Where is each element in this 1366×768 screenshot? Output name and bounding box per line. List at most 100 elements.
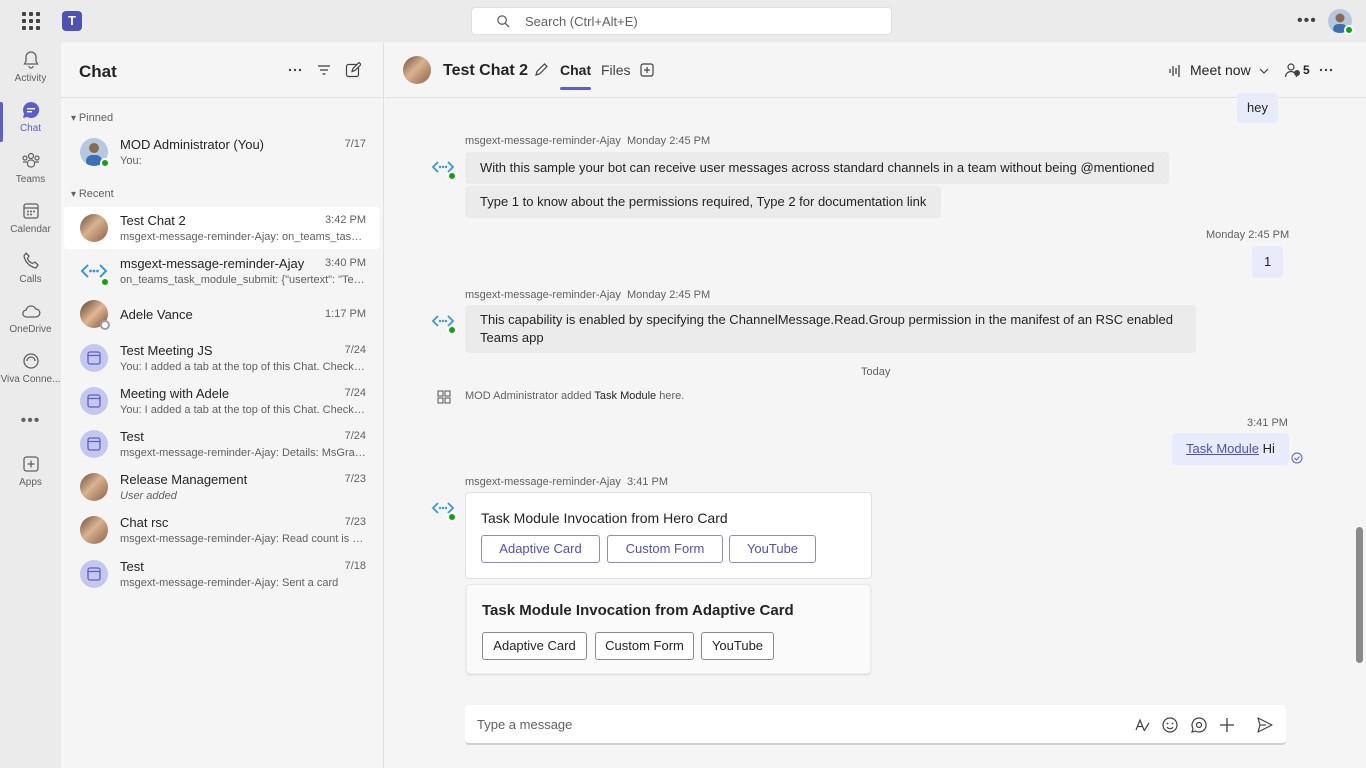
rail-calls[interactable]: Calls — [0, 251, 61, 299]
mention-link[interactable]: Task Module — [1186, 441, 1259, 456]
chat-preview: msgext-message-reminder-Ajay: Read count… — [120, 533, 366, 545]
seen-check-icon — [1291, 452, 1303, 464]
rail-label: OneDrive — [9, 324, 52, 335]
chat-name: Test Meeting JS — [120, 343, 213, 358]
meeting-avatar — [80, 344, 108, 372]
chat-header: Test Chat 2 Chat Files Meet now 5 — [385, 42, 1366, 98]
chat-item-test-chat-2[interactable]: Test Chat 2 3:42 PM msgext-message-remin… — [64, 207, 380, 249]
rail-label: Calendar — [10, 224, 51, 235]
meeting-avatar — [80, 560, 108, 588]
group-avatar — [80, 516, 108, 544]
rail-apps[interactable]: Apps — [0, 454, 61, 502]
tab-chat[interactable]: Chat — [560, 62, 592, 90]
chevron-down-icon[interactable] — [1258, 65, 1270, 77]
phone-icon — [22, 252, 39, 269]
chat-name: Release Management — [120, 472, 248, 487]
search-icon — [497, 15, 510, 28]
chat-item-pinned[interactable]: MOD Administrator (You) 7/17 You: — [64, 131, 380, 173]
plus-icon[interactable] — [1218, 716, 1236, 734]
filter-icon[interactable] — [316, 62, 332, 78]
chat-item-test[interactable]: Test 7/24 msgext-message-reminder-Ajay: … — [64, 423, 380, 465]
rail-viva[interactable]: Viva Conne... — [0, 351, 61, 399]
meet-now-button[interactable]: Meet now — [1190, 62, 1251, 78]
loop-icon[interactable] — [1190, 716, 1208, 734]
chat-time: 7/23 — [344, 473, 366, 485]
section-pinned[interactable]: Pinned — [71, 112, 113, 124]
rail-calendar[interactable]: Calendar — [0, 201, 61, 249]
presence-available-icon — [447, 325, 457, 335]
scrollbar[interactable] — [1356, 527, 1363, 663]
rename-pencil-icon[interactable] — [533, 62, 549, 78]
presence-available-icon — [1344, 25, 1354, 35]
rail-teams[interactable]: Teams — [0, 151, 61, 199]
chat-name: Test Chat 2 — [120, 213, 186, 228]
rail-activity[interactable]: Activity — [0, 50, 61, 98]
chat-preview: You: I added a tab at the top of this Ch… — [120, 361, 366, 373]
chat-name: Test — [120, 559, 144, 574]
bot-message: This capability is enabled by specifying… — [465, 305, 1196, 353]
emoji-icon[interactable] — [1161, 716, 1179, 734]
app-name[interactable]: Task Module — [594, 390, 656, 402]
chat-item-meeting-with-adele[interactable]: Meeting with Adele 7/24 You: I added a t… — [64, 380, 380, 422]
chat-item-test-meeting-js[interactable]: Test Meeting JS 7/24 You: I added a tab … — [64, 337, 380, 379]
teams-icon — [21, 152, 40, 168]
youtube-button[interactable]: YouTube — [729, 535, 816, 563]
participant-count[interactable]: 5 — [1303, 63, 1310, 77]
participants-icon[interactable] — [1284, 62, 1302, 78]
app-launcher-icon[interactable] — [22, 12, 40, 30]
chat-list-title: Chat — [79, 62, 117, 81]
chat-time: 7/17 — [344, 138, 366, 150]
rail-label: Chat — [19, 123, 42, 134]
search-box[interactable]: Search (Ctrl+Alt+E) — [471, 7, 892, 35]
message-header: msgext-message-reminder-Ajay Monday 2:45… — [465, 289, 710, 301]
format-icon[interactable] — [1133, 716, 1151, 734]
rail-chat[interactable]: Chat — [0, 100, 61, 148]
chat-name: MOD Administrator (You) — [120, 137, 265, 152]
more-options-icon[interactable] — [1318, 62, 1334, 78]
more-options-icon[interactable]: ••• — [1297, 12, 1317, 30]
chat-item-bot[interactable]: msgext-message-reminder-Ajay 3:40 PM on_… — [64, 250, 380, 292]
chat-item-chat-rsc[interactable]: Chat rsc 7/23 msgext-message-reminder-Aj… — [64, 509, 380, 551]
message-composer[interactable]: Type a message — [465, 705, 1286, 745]
tab-files[interactable]: Files — [601, 62, 631, 78]
adaptive-card: Task Module Invocation from Adaptive Car… — [466, 584, 871, 674]
more-options-icon[interactable] — [287, 62, 303, 78]
date-divider: Today — [861, 366, 891, 378]
chat-name: Meeting with Adele — [120, 386, 230, 401]
bot-message: With this sample your bot can receive us… — [465, 152, 1170, 184]
adaptive-card-button[interactable]: Adaptive Card — [482, 632, 587, 660]
system-event: MOD Administrator added Task Module here… — [465, 390, 684, 402]
more-apps-icon[interactable]: ••• — [0, 412, 61, 429]
section-recent[interactable]: Recent — [71, 188, 114, 200]
send-icon[interactable] — [1256, 716, 1274, 734]
group-avatar — [403, 56, 431, 84]
chat-item-adele[interactable]: Adele Vance 1:17 PM — [64, 293, 380, 335]
chat-item-test-2[interactable]: Test 7/18 msgext-message-reminder-Ajay: … — [64, 553, 380, 595]
message-text: Hi — [1258, 441, 1275, 456]
top-bar: T Search (Ctrl+Alt+E) ••• — [0, 0, 1366, 42]
youtube-button[interactable]: YouTube — [701, 632, 774, 660]
my-message: 1 — [1252, 246, 1284, 278]
message-time: 3:41 PM — [627, 476, 668, 488]
chat-preview: You: I added a tab at the top of this Ch… — [120, 404, 366, 416]
message-input[interactable]: Type a message — [477, 717, 572, 732]
rail-onedrive[interactable]: OneDrive — [0, 301, 61, 349]
meeting-avatar — [80, 387, 108, 415]
chat-name: Adele Vance — [120, 307, 193, 322]
chat-preview: User added — [120, 490, 177, 502]
event-text: here. — [656, 390, 685, 402]
rail-label: Activity — [14, 73, 47, 84]
chat-time: 1:17 PM — [325, 308, 366, 320]
chat-item-release-management[interactable]: Release Management 7/23 User added — [64, 466, 380, 508]
presence-away-icon — [100, 320, 110, 330]
add-tab-icon[interactable] — [640, 63, 654, 77]
custom-form-button[interactable]: Custom Form — [595, 632, 694, 660]
chat-name: Test — [120, 429, 144, 444]
adaptive-card-button[interactable]: Adaptive Card — [481, 535, 600, 563]
viva-icon — [22, 353, 39, 369]
search-input[interactable]: Search (Ctrl+Alt+E) — [525, 14, 638, 29]
custom-form-button[interactable]: Custom Form — [607, 535, 723, 563]
message-time: Monday 2:45 PM — [627, 289, 711, 301]
new-chat-icon[interactable] — [345, 62, 361, 78]
chat-preview: msgext-message-reminder-Ajay: on_teams_t… — [120, 231, 366, 243]
